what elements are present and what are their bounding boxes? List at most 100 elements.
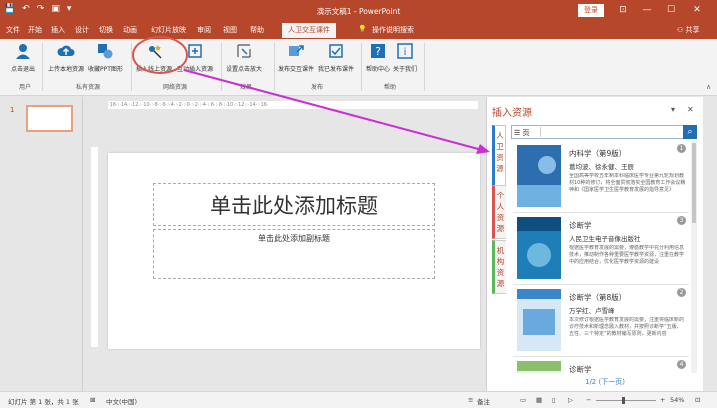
ribbon-display-icon[interactable]: ⊡ [616, 3, 630, 17]
resource-search-input[interactable] [540, 127, 678, 137]
click-zoom-button[interactable]: 设置点击放大 [226, 42, 262, 73]
zoom-out-button[interactable]: − [586, 396, 591, 404]
list-scrollbar[interactable] [691, 141, 697, 373]
list-item[interactable]: 诊断学 人民卫生电子音像出版社 根据医学教育发展的需要，遵循教学中充分利用信息技… [511, 213, 689, 283]
insert-online-label: 插入线上资源 [136, 66, 173, 73]
collapse-ribbon-icon[interactable]: ∧ [706, 83, 711, 91]
list-item[interactable]: 诊断学 4 [511, 357, 689, 373]
panel-options-icon[interactable]: ▾ [671, 105, 675, 114]
slide-thumbnail[interactable] [26, 105, 73, 132]
list-icon: ☰ [514, 129, 523, 137]
resource-list: 内科学（第9版） 葛均波、徐永健、王辰 全国高等学校五年制本科临床医学专业第九轮… [511, 141, 697, 373]
close-button[interactable]: ✕ [690, 3, 704, 17]
restore-button[interactable]: ☐ [664, 3, 678, 17]
tab-review[interactable]: 审阅 [197, 25, 211, 35]
user-icon [14, 42, 32, 60]
share-button[interactable]: ⚇ 共享 [677, 25, 700, 35]
resource-badge: 3 [677, 216, 686, 225]
normal-view-icon[interactable]: ▭ [520, 396, 526, 404]
zoom-in-button[interactable]: + [660, 396, 665, 404]
tab-design[interactable]: 设计 [75, 25, 89, 35]
scrollbar-thumb[interactable] [692, 143, 696, 223]
tab-insert[interactable]: 插入 [51, 25, 65, 35]
tab-animations[interactable]: 动画 [123, 25, 137, 35]
shapes-icon [96, 42, 114, 60]
tab-home[interactable]: 开始 [28, 25, 42, 35]
search-type-select[interactable]: ☰ 页 [514, 128, 530, 138]
tab-transitions[interactable]: 切换 [99, 25, 113, 35]
subtitle-placeholder[interactable]: 单击此处添加副标题 [153, 229, 435, 279]
spell-check-icon[interactable]: ⊠ [90, 396, 95, 404]
share-icon: ⚇ [677, 26, 686, 34]
published-icon [327, 42, 345, 60]
group-private-label: 私有资源 [76, 84, 101, 91]
collect-ppt-button[interactable]: 收藏PPT图形 [88, 42, 123, 73]
resource-name: 诊断学 [569, 221, 592, 230]
my-published-label: 我已发布课件 [318, 66, 355, 73]
about-us-label: 关于我们 [393, 66, 418, 73]
help-center-button[interactable]: ? 帮助中心 [366, 42, 390, 73]
book-cover [517, 217, 561, 279]
upload-local-button[interactable]: 上传本地资源 [48, 42, 84, 73]
ribbon: 点击退出 用户 上传本地资源 收藏PPT图形 私有资源 插入线上资源 互动插入资… [0, 39, 717, 96]
slide-sorter-icon[interactable]: ▦ [536, 396, 542, 404]
resource-badge: 4 [677, 360, 686, 369]
group-separator [131, 43, 132, 91]
resource-description: 根据医学教育发展的需要，遵循教学中充分利用信息技术，推动制作各种重要医学教学资源… [569, 245, 685, 265]
tab-help[interactable]: 帮助 [250, 25, 264, 35]
group-network-label: 网络资源 [163, 84, 188, 91]
interactive-insert-button[interactable]: 互动插入资源 [177, 42, 213, 73]
tab-renwei-courseware[interactable]: 人卫交互课件 [282, 23, 336, 38]
help-center-label: 帮助中心 [366, 66, 391, 73]
minimize-button[interactable]: — [640, 3, 654, 17]
svg-text:?: ? [375, 45, 381, 58]
title-placeholder[interactable]: 单击此处添加标题 [153, 183, 435, 226]
about-icon: i [396, 42, 414, 60]
resource-badge: 2 [677, 288, 686, 297]
publish-courseware-button[interactable]: 发布交互课件 [278, 42, 314, 73]
collect-ppt-label: 收藏PPT图形 [88, 66, 123, 73]
slide-canvas[interactable]: 单击此处添加标题 单击此处添加副标题 [108, 153, 480, 349]
group-user-label: 用户 [19, 84, 32, 91]
group-help-label: 帮助 [384, 84, 397, 91]
tab-view[interactable]: 视图 [223, 25, 237, 35]
list-item[interactable]: 诊断学（第8版） 万学红、卢雪峰 本次修订根据医学教育发展的需要，注重将临床新的… [511, 285, 689, 355]
tab-personal-resources[interactable]: 个人资源 [492, 185, 506, 239]
group-effect-label: 效果 [240, 84, 253, 91]
tab-slideshow[interactable]: 幻灯片放映 [151, 25, 186, 35]
list-item[interactable]: 内科学（第9版） 葛均波、徐永健、王辰 全国高等学校五年制本科临床医学专业第九轮… [511, 141, 689, 211]
my-published-button[interactable]: 我已发布课件 [318, 42, 354, 73]
pagination[interactable]: 1/2 (下一页) [585, 377, 625, 387]
logout-button[interactable]: 点击退出 [11, 42, 35, 73]
window-title: 演示文稿1 - PowerPoint [316, 7, 401, 16]
language-status[interactable]: 中文(中国) [106, 396, 137, 406]
book-cover [517, 289, 561, 351]
group-publish-label: 发布 [311, 84, 324, 91]
zoom-level[interactable]: 54% [670, 396, 684, 404]
slideshow-icon[interactable]: ▷ [568, 396, 573, 404]
fit-slide-icon[interactable]: ⊡ [695, 396, 700, 404]
tab-institution-resources[interactable]: 机构资源 [492, 240, 506, 294]
login-button[interactable]: 登录 [578, 4, 604, 17]
panel-close-icon[interactable]: ✕ [687, 105, 694, 114]
zoom-slider[interactable] [596, 400, 656, 401]
insert-online-icon [145, 42, 163, 60]
group-separator [42, 43, 43, 91]
slide-editor: ·16·:·14·:·12·:·10·:·8·:·6·:·4·:·2·:·0·:… [84, 97, 485, 391]
tab-renwei-resources[interactable]: 人卫资源 [492, 125, 506, 187]
group-separator [424, 43, 425, 91]
insert-online-button[interactable]: 插入线上资源 [136, 42, 172, 73]
resource-name: 诊断学 [569, 365, 592, 373]
resource-name: 内科学（第9版） [569, 149, 627, 158]
cloud-upload-icon [57, 42, 75, 60]
resource-description: 全国高等学校五年制本科临床医学专业第九轮规划教材10种的修订，将全面贯彻落实全国… [569, 173, 686, 193]
search-button[interactable]: ⌕ [683, 125, 697, 139]
tab-file[interactable]: 文件 [6, 25, 20, 35]
reading-view-icon[interactable]: ▯ [552, 396, 556, 404]
vertical-ruler [91, 147, 98, 347]
zoom-click-icon [235, 42, 253, 60]
notes-button[interactable]: 备注 [477, 396, 490, 406]
zoom-slider-thumb[interactable] [622, 397, 625, 404]
about-us-button[interactable]: i 关于我们 [393, 42, 417, 73]
tell-me-search[interactable]: 操作说明搜索 [372, 25, 414, 35]
